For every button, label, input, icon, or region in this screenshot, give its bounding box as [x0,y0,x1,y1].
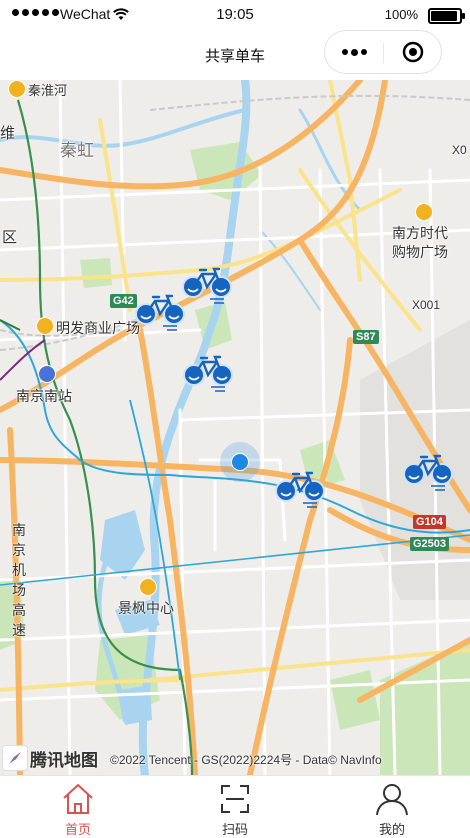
battery-icon [428,8,465,24]
map-label-nanfang-line1: 南方时代 [392,225,448,241]
poi-pin-icon [8,80,26,98]
road-shield-g2503: G2503 [410,537,450,551]
map-label-x0: X0 [452,143,467,157]
map-label-nanfang-line2: 购物广场 [392,244,448,260]
bike-marker[interactable] [273,470,327,510]
map-label-mingfa: 明发商业广场 [56,320,140,336]
center-pin-icon [139,578,157,596]
tab-me-label: 我的 [378,822,405,837]
map-label-qu: 区 [2,229,18,246]
tab-me[interactable]: 我的 [314,776,470,838]
map-label-airport-road: 南京机场高速 [12,522,26,638]
map-label-qinhong: 秦虹 [60,141,94,160]
map-brand-text: 腾讯地图 [30,750,98,770]
scan-icon [221,785,249,813]
map-brand: 腾讯地图 [2,745,98,771]
home-icon [63,784,93,814]
battery-percent: 100% [384,7,418,22]
tab-scan-label: 扫码 [221,822,248,837]
compass-icon [2,745,28,771]
map-label-nanjing-south: 南京南站 [16,388,72,404]
navigation-bar: 共享单车 [0,30,470,80]
map-label-x001: X001 [412,298,441,312]
plaza-pin-icon [36,317,54,335]
tab-bar: 首页 扫码 我的 [0,775,470,837]
road-shield-s87: S87 [353,330,379,344]
current-location-marker [220,442,260,482]
close-circle-icon [402,41,424,63]
user-icon [376,784,408,816]
map-label-qinhuaihe: 秦淮河 [28,83,68,98]
close-button[interactable] [384,31,442,73]
road-shield-g104: G104 [413,515,446,529]
map-label-jingfeng: 景枫中心 [118,600,174,616]
mini-program-capsule [324,30,442,74]
bike-marker[interactable] [181,354,235,394]
map-view[interactable]: 秦淮河 秦虹 维 区 X0 南方时代 购物广场 X001 明发商业广场 南京南站… [0,80,470,775]
station-pin-icon [38,365,56,383]
bike-marker[interactable] [401,453,455,493]
bike-marker[interactable] [133,293,187,333]
map-label-wei: 维 [0,125,16,142]
status-bar: WeChat 19:05 100% [0,0,470,30]
tab-home-label: 首页 [64,822,91,837]
more-button[interactable] [325,31,383,73]
map-copyright: ©2022 Tencent - GS(2022)2224号 - Data© Na… [110,753,382,767]
mall-pin-icon [415,203,433,221]
bike-marker[interactable] [180,266,234,306]
location-dot-icon [231,453,249,471]
tab-scan[interactable]: 扫码 [157,776,313,838]
map-base-layer [0,80,470,775]
tab-home[interactable]: 首页 [0,776,156,838]
